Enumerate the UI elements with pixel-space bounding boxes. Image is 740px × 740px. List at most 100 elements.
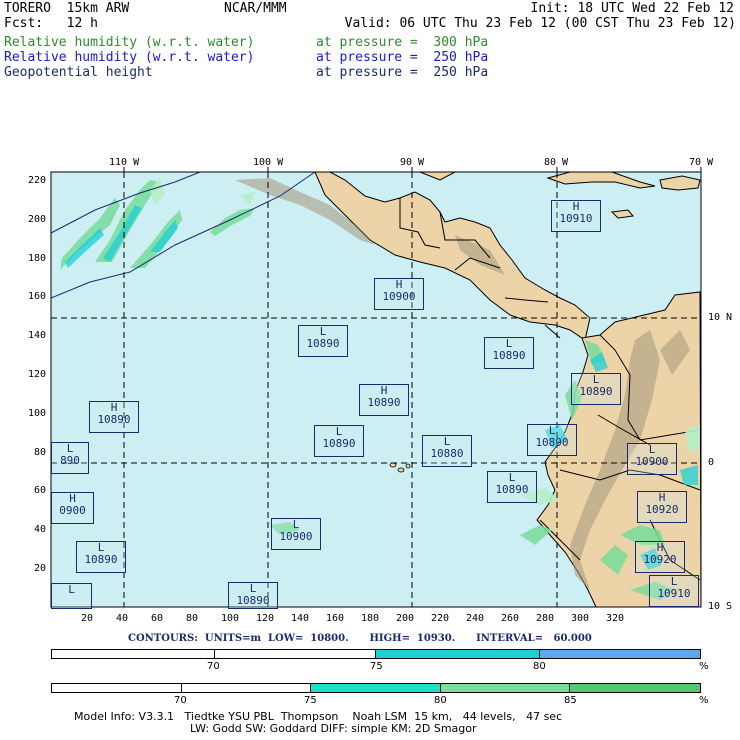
colorbar-rh300-seg bbox=[440, 684, 571, 692]
high-center-label: H 10890 bbox=[89, 401, 139, 433]
high-center-label: H 0900 bbox=[51, 492, 94, 524]
center-value: 10890 bbox=[535, 436, 569, 449]
colorbar-rh300-seg bbox=[311, 684, 441, 692]
center-value: 10890 bbox=[306, 337, 340, 350]
low-center-label: L 10880 bbox=[422, 435, 472, 467]
colorbar-rh250-tick: 75 bbox=[370, 661, 383, 672]
left-tick-label: 120 bbox=[27, 369, 46, 380]
model-info-line2: LW: Godd SW: Goddard DIFF: simple KM: 2D… bbox=[190, 722, 477, 735]
high-center-label: H 10890 bbox=[359, 384, 409, 416]
right-tick-10s: 10 S bbox=[708, 601, 733, 612]
model-info: Model Info: V3.3.1 Tiedtke YSU PBL Thomp… bbox=[74, 711, 562, 735]
low-center-label: L 890 bbox=[51, 442, 89, 474]
center-value: 10890 bbox=[84, 553, 118, 566]
low-center-label: L bbox=[51, 583, 92, 609]
bottom-tick-label: 200 bbox=[396, 613, 415, 624]
bottom-tick-label: 100 bbox=[221, 613, 240, 624]
center-value: 10880 bbox=[430, 447, 464, 460]
center-value: 10910 bbox=[559, 212, 593, 225]
bottom-tick-label: 60 bbox=[151, 613, 164, 624]
colorbar-rh300-unit: % bbox=[699, 695, 709, 706]
bottom-tick-label: 160 bbox=[326, 613, 345, 624]
high-center-label: H 10910 bbox=[551, 200, 601, 232]
colorbar-rh300-seg bbox=[52, 684, 182, 692]
center-value: 890 bbox=[60, 454, 80, 467]
top-tick-70w: 70 W bbox=[689, 157, 714, 168]
low-center-label: L 10910 bbox=[649, 575, 699, 607]
low-center-label: L 10890 bbox=[571, 373, 621, 405]
bottom-tick-label: 140 bbox=[291, 613, 310, 624]
weather-map bbox=[50, 167, 702, 608]
bottom-tick-label: 120 bbox=[256, 613, 275, 624]
center-value: 10890 bbox=[579, 385, 613, 398]
top-tick-90w: 90 W bbox=[400, 157, 425, 168]
bottom-tick-label: 320 bbox=[606, 613, 625, 624]
colorbar-rh250-tick: 80 bbox=[533, 661, 546, 672]
colorbar-rh300-seg bbox=[570, 684, 700, 692]
left-tick-label: 80 bbox=[33, 446, 46, 458]
center-value: 10910 bbox=[657, 587, 691, 600]
bottom-tick-label: 40 bbox=[116, 613, 129, 624]
colorbar-rh250-tick: 70 bbox=[207, 661, 220, 672]
center-value: 10890 bbox=[322, 437, 356, 450]
center-value: 10890 bbox=[492, 349, 526, 362]
colorbar-rh300-tick: 80 bbox=[434, 695, 447, 706]
low-center-label: L 10900 bbox=[627, 443, 677, 475]
left-tick-label: 40 bbox=[33, 524, 46, 536]
colorbar-rh250-seg bbox=[52, 650, 215, 658]
center-value: 10900 bbox=[279, 530, 313, 543]
bottom-tick-label: 180 bbox=[361, 613, 380, 624]
low-center-label: L 10890 bbox=[487, 471, 537, 503]
bottom-tick-label: 300 bbox=[571, 613, 590, 624]
left-tick-label: 200 bbox=[27, 213, 46, 225]
low-center-label: L 10900 bbox=[271, 518, 321, 550]
left-tick-label: 100 bbox=[27, 407, 46, 419]
bottom-tick-label: 80 bbox=[186, 613, 199, 624]
left-tick-label: 220 bbox=[27, 175, 46, 186]
right-tick-0: 0 bbox=[708, 457, 715, 468]
high-center-label: H 10920 bbox=[635, 541, 685, 573]
low-center-label: L 10890 bbox=[298, 325, 348, 357]
bottom-tick-label: 240 bbox=[466, 613, 485, 624]
low-center-label: L 10890 bbox=[314, 425, 364, 457]
colorbar-rh300-seg bbox=[182, 684, 312, 692]
center-type: L bbox=[68, 583, 75, 596]
colorbar-rh300-tick: 75 bbox=[304, 695, 317, 706]
top-tick-100w: 100 W bbox=[253, 157, 284, 168]
bottom-tick-label: 260 bbox=[501, 613, 520, 624]
center-value: 10900 bbox=[635, 455, 669, 468]
left-tick-label: 20 bbox=[33, 563, 46, 574]
center-value: 10890 bbox=[495, 483, 529, 496]
center-value: 10920 bbox=[645, 503, 679, 516]
colorbar-rh300-tick: 85 bbox=[564, 695, 577, 706]
center-value: 10890 bbox=[97, 413, 131, 426]
center-value: 0900 bbox=[59, 504, 86, 517]
left-tick-label: 60 bbox=[33, 485, 46, 497]
contour-info: CONTOURS: UNITS=m LOW= 10800. HIGH= 1093… bbox=[128, 633, 592, 644]
center-value: 10890 bbox=[236, 594, 270, 607]
low-center-label: L 10890 bbox=[76, 541, 126, 573]
left-tick-label: 180 bbox=[27, 252, 46, 264]
bottom-tick-label: 20 bbox=[81, 613, 94, 624]
colorbar-rh300-tick: 70 bbox=[174, 695, 187, 706]
right-tick-10n: 10 N bbox=[708, 312, 733, 323]
low-center-label: L 10890 bbox=[527, 424, 577, 456]
colorbar-rh250-unit: % bbox=[699, 661, 709, 672]
low-center-label: L 10890 bbox=[484, 337, 534, 369]
low-center-label: L 10890 bbox=[228, 582, 278, 609]
colorbar-rh300 bbox=[51, 683, 701, 693]
colorbar-rh250 bbox=[51, 649, 701, 659]
high-center-label: H 10920 bbox=[637, 491, 687, 523]
top-tick-80w: 80 W bbox=[544, 157, 569, 168]
left-tick-label: 160 bbox=[27, 291, 46, 303]
center-value: 10900 bbox=[382, 290, 416, 303]
center-value: 10890 bbox=[367, 396, 401, 409]
left-tick-label: 140 bbox=[27, 330, 46, 342]
colorbar-rh250-seg bbox=[539, 650, 700, 658]
center-value: 10920 bbox=[643, 553, 677, 566]
colorbar-rh250-seg bbox=[215, 650, 376, 658]
bottom-tick-label: 220 bbox=[431, 613, 450, 624]
bottom-tick-label: 280 bbox=[536, 613, 555, 624]
high-center-label: H 10900 bbox=[374, 278, 424, 310]
colorbar-rh250-seg bbox=[376, 650, 540, 658]
